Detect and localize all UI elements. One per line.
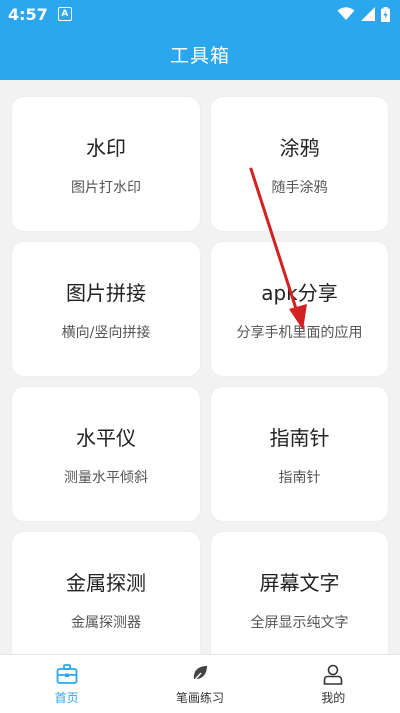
card-subtitle: 随手涂鸦 — [271, 179, 328, 196]
tool-grid: 水印 图片打水印 涂鸦 随手涂鸦 图片拼接 横向/竖向拼接 apk分享 分享手机… — [12, 97, 388, 666]
app-bar: 工具箱 — [0, 28, 400, 80]
card-subtitle: 测量水平倾斜 — [64, 469, 148, 486]
bottom-nav: 首页 笔画练习 我的 — [0, 654, 400, 713]
card-subtitle: 横向/竖向拼接 — [61, 324, 151, 341]
leaf-icon — [192, 666, 207, 683]
card-metal-detector[interactable]: 金属探测 金属探测器 — [12, 532, 200, 666]
card-apk-share[interactable]: apk分享 分享手机里面的应用 — [211, 242, 388, 376]
card-title: 指南针 — [269, 425, 330, 450]
card-title: 水印 — [86, 135, 126, 160]
status-time: 4:57 — [8, 4, 48, 24]
card-screen-text[interactable]: 屏幕文字 全屏显示纯文字 — [211, 532, 388, 666]
nav-home[interactable]: 首页 — [7, 662, 127, 706]
card-title: 涂鸦 — [279, 135, 320, 160]
person-icon — [324, 664, 343, 685]
wifi-icon — [337, 7, 355, 20]
card-title: 金属探测 — [66, 570, 146, 595]
status-bar: 4:57 A — [0, 0, 400, 28]
card-subtitle: 指南针 — [278, 469, 321, 486]
card-image-stitch[interactable]: 图片拼接 横向/竖向拼接 — [12, 242, 200, 376]
card-subtitle: 全屏显示纯文字 — [250, 614, 349, 631]
nav-stroke-practice[interactable]: 笔画练习 — [140, 662, 260, 706]
nav-mine[interactable]: 我的 — [273, 662, 393, 706]
card-doodle[interactable]: 涂鸦 随手涂鸦 — [211, 97, 388, 231]
signal-icon — [361, 7, 375, 21]
card-title: 图片拼接 — [66, 280, 146, 305]
notification-icon: A — [57, 7, 72, 21]
card-title: 屏幕文字 — [259, 570, 340, 595]
page-title: 工具箱 — [169, 44, 230, 67]
nav-label: 首页 — [54, 691, 79, 705]
toolbox-icon — [56, 664, 78, 684]
card-watermark[interactable]: 水印 图片打水印 — [12, 97, 200, 231]
nav-label: 笔画练习 — [175, 691, 224, 705]
card-subtitle: 图片打水印 — [71, 179, 141, 196]
card-compass[interactable]: 指南针 指南针 — [211, 387, 388, 521]
card-title: 水平仪 — [76, 425, 136, 450]
battery-icon — [381, 6, 390, 22]
nav-label: 我的 — [321, 691, 346, 705]
card-level[interactable]: 水平仪 测量水平倾斜 — [12, 387, 200, 521]
card-subtitle: 金属探测器 — [71, 614, 141, 631]
card-title: apk分享 — [261, 280, 338, 305]
card-subtitle: 分享手机里面的应用 — [236, 324, 363, 341]
